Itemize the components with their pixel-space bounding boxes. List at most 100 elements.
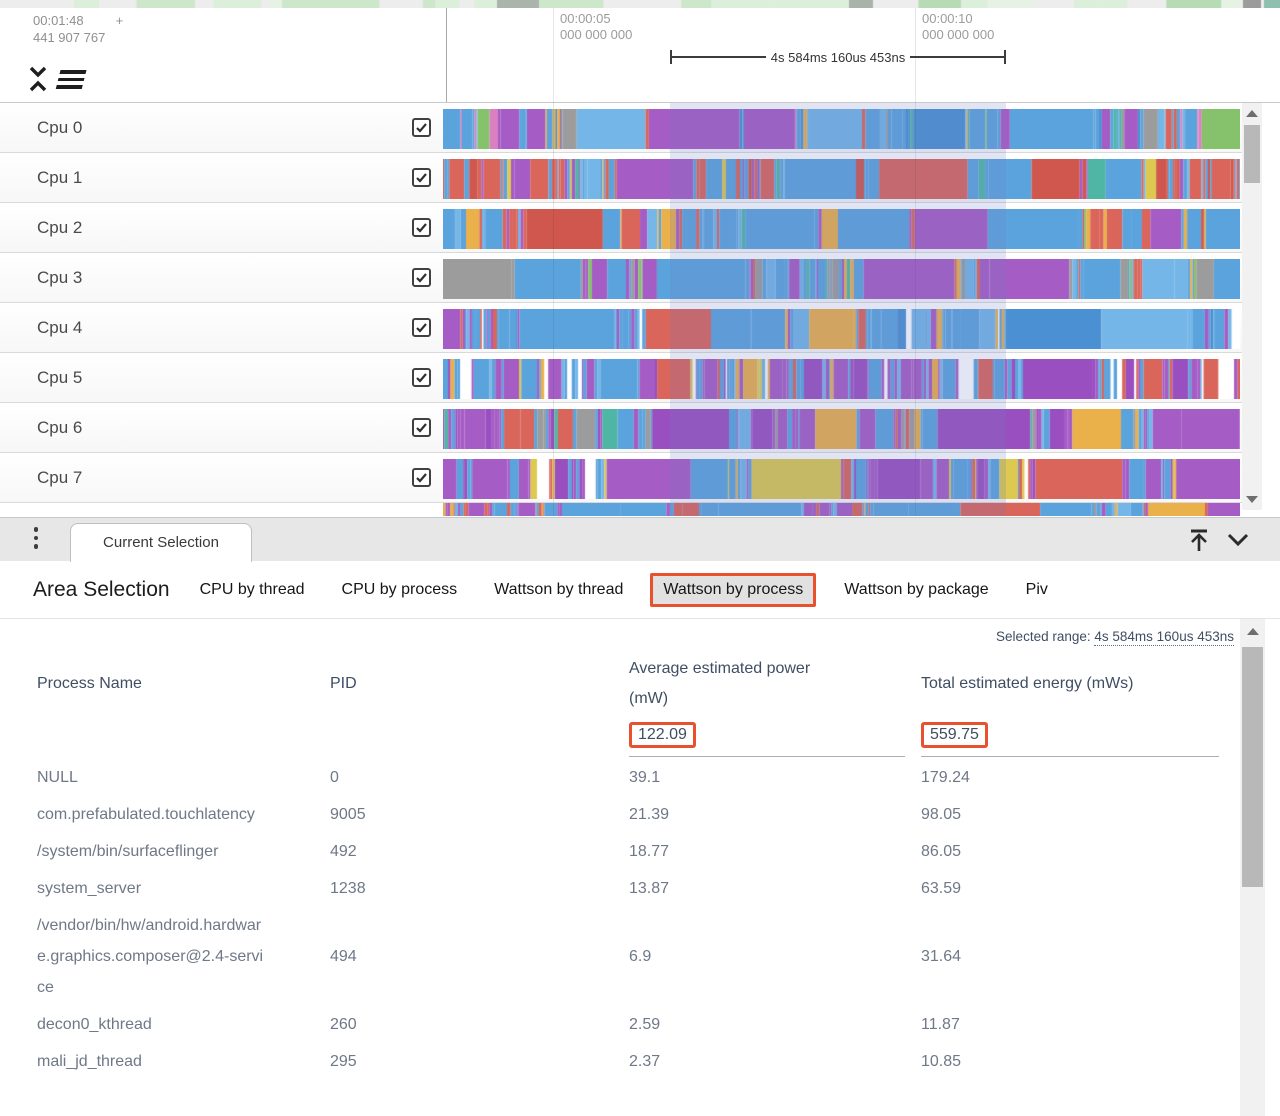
table-row[interactable]: /system/bin/surfaceflinger49218.7786.05 — [37, 833, 1235, 870]
partial-track-row[interactable] — [0, 503, 1242, 516]
details-panel: Current Selection Area Selection CPU by … — [0, 517, 1280, 1116]
sort-tracks-icon[interactable] — [56, 70, 91, 90]
track-row[interactable]: Cpu 6 — [0, 403, 1242, 453]
plus-indicator: + — [116, 13, 124, 28]
column-header-avg-power[interactable]: Average estimated power (mW) — [629, 650, 921, 714]
checkmark-icon — [415, 471, 428, 484]
table-body: NULL039.1179.24com.prefabulated.touchlat… — [37, 759, 1235, 1080]
table-row[interactable]: mali_jd_thread2952.3710.85 — [37, 1043, 1235, 1080]
track-row[interactable]: Cpu 5 — [0, 353, 1242, 403]
track-slices-canvas[interactable] — [443, 359, 1240, 399]
timeline-overview-minimap[interactable] — [0, 0, 1280, 8]
cell-energy: 11.87 — [921, 1006, 1235, 1043]
track-slices-canvas[interactable] — [443, 259, 1240, 299]
selection-duration-label: 4s 584ms 160us 453ns — [766, 50, 910, 65]
tab-wattson-by-process[interactable]: Wattson by process — [650, 573, 816, 607]
selection-duration-bracket: 4s 584ms 160us 453ns — [670, 50, 1006, 64]
tab-cpu-by-process[interactable]: CPU by process — [342, 581, 458, 599]
track-checkbox[interactable] — [412, 318, 431, 337]
table-row[interactable]: com.prefabulated.touchlatency900521.3998… — [37, 796, 1235, 833]
track-checkbox[interactable] — [412, 268, 431, 287]
track-checkbox[interactable] — [412, 168, 431, 187]
track-checkbox[interactable] — [412, 118, 431, 137]
column-header-total-energy[interactable]: Total estimated energy (mWs) — [921, 665, 1235, 699]
panel-title: Area Selection — [33, 578, 170, 602]
track-label: Cpu 4 — [37, 303, 82, 352]
track-slices-canvas[interactable] — [443, 159, 1240, 199]
cell-pid: 494 — [330, 938, 629, 975]
track-slices-canvas[interactable] — [443, 209, 1240, 249]
drawer-menu-icon[interactable] — [33, 527, 39, 553]
table-row[interactable]: decon0_kthread2602.5911.87 — [37, 1006, 1235, 1043]
scroll-up-icon[interactable] — [1246, 110, 1258, 117]
track-row[interactable]: Cpu 7 — [0, 453, 1242, 503]
checkmark-icon — [415, 421, 428, 434]
cell-power: 6.9 — [629, 938, 921, 975]
cell-pid: 9005 — [330, 796, 629, 833]
tab-wattson-by-thread[interactable]: Wattson by thread — [494, 581, 623, 599]
tab-piv[interactable]: Piv — [1026, 581, 1048, 599]
track-slices-canvas[interactable] — [443, 309, 1240, 349]
track-row[interactable]: Cpu 1 — [0, 153, 1242, 203]
track-checkbox[interactable] — [412, 368, 431, 387]
tab-wattson-by-package[interactable]: Wattson by package — [844, 581, 988, 599]
tab-cpu-by-thread[interactable]: CPU by thread — [200, 581, 305, 599]
cell-energy: 10.85 — [921, 1043, 1235, 1080]
track-label: Cpu 2 — [37, 203, 82, 252]
time-gridline — [553, 8, 554, 516]
checkmark-icon — [415, 271, 428, 284]
track-slices-canvas[interactable] — [443, 459, 1240, 499]
track-label: Cpu 0 — [37, 103, 82, 152]
cell-name: mali_jd_thread — [37, 1043, 265, 1080]
track-label: Cpu 6 — [37, 403, 82, 452]
cell-power: 13.87 — [629, 870, 921, 907]
track-checkbox[interactable] — [412, 418, 431, 437]
track-slices-canvas[interactable] — [443, 109, 1240, 149]
collapse-panel-chevron-icon[interactable] — [1226, 530, 1250, 550]
checkmark-icon — [415, 121, 428, 134]
scroll-down-icon[interactable] — [1246, 496, 1258, 503]
cell-power: 18.77 — [629, 833, 921, 870]
cell-energy: 86.05 — [921, 833, 1235, 870]
scroll-up-icon[interactable] — [1247, 628, 1259, 635]
collapse-all-tracks-icon[interactable] — [27, 65, 49, 93]
bracket-line — [910, 56, 1004, 58]
cell-power: 39.1 — [629, 759, 921, 796]
track-label: Cpu 5 — [37, 353, 82, 402]
tracks-scrollbar[interactable] — [1242, 103, 1262, 510]
checkmark-icon — [415, 371, 428, 384]
details-panel-handle[interactable]: Current Selection — [0, 517, 1280, 561]
selected-range-link[interactable]: 4s 584ms 160us 453ns — [1094, 629, 1234, 646]
table-row[interactable]: system_server123813.8763.59 — [37, 870, 1235, 907]
column-header-pid[interactable]: PID — [330, 665, 629, 699]
cell-energy: 98.05 — [921, 796, 1235, 833]
track-checkbox[interactable] — [412, 218, 431, 237]
selection-panel-content: Selected range: 4s 584ms 160us 453ns Pro… — [0, 619, 1238, 1116]
track-checkbox[interactable] — [412, 468, 431, 487]
table-row[interactable]: NULL039.1179.24 — [37, 759, 1235, 796]
panel-scrollbar[interactable] — [1240, 619, 1265, 1116]
bracket-line — [672, 56, 766, 58]
track-slices-canvas[interactable] — [443, 409, 1240, 449]
track-row[interactable]: Cpu 0 — [0, 103, 1242, 153]
track-row[interactable]: Cpu 4 — [0, 303, 1242, 353]
tab-current-selection[interactable]: Current Selection — [70, 523, 252, 562]
dock-to-top-icon[interactable] — [1186, 527, 1212, 553]
column-header-process-name[interactable]: Process Name — [37, 665, 330, 699]
cell-name: /vendor/bin/hw/android.hardware.graphics… — [37, 907, 265, 1006]
viewport-edge-line — [446, 8, 447, 102]
panel-scrollbar-thumb[interactable] — [1242, 647, 1263, 887]
track-list: Cpu 0 Cpu 1 Cpu 2 Cpu 3 — [0, 103, 1242, 516]
track-row[interactable]: Cpu 3 — [0, 253, 1242, 303]
table-summary-row: 122.09 559.75 — [37, 720, 1235, 757]
cell-power: 21.39 — [629, 796, 921, 833]
cell-pid: 0 — [330, 759, 629, 796]
table-row[interactable]: /vendor/bin/hw/android.hardware.graphics… — [37, 907, 1235, 1006]
timeline-ruler[interactable]: 00:01:48+ 441 907 767 00:00:05 000 000 0… — [0, 8, 1280, 103]
tracks-scrollbar-thumb[interactable] — [1244, 125, 1260, 183]
selection-tabs-row: Area Selection CPU by thread CPU by proce… — [33, 566, 1260, 614]
summary-avg-power-highlight: 122.09 — [629, 722, 696, 748]
aggregation-table: Process Name PID Average estimated power… — [37, 650, 1235, 1080]
track-slices-canvas[interactable] — [443, 503, 1240, 516]
track-row[interactable]: Cpu 2 — [0, 203, 1242, 253]
